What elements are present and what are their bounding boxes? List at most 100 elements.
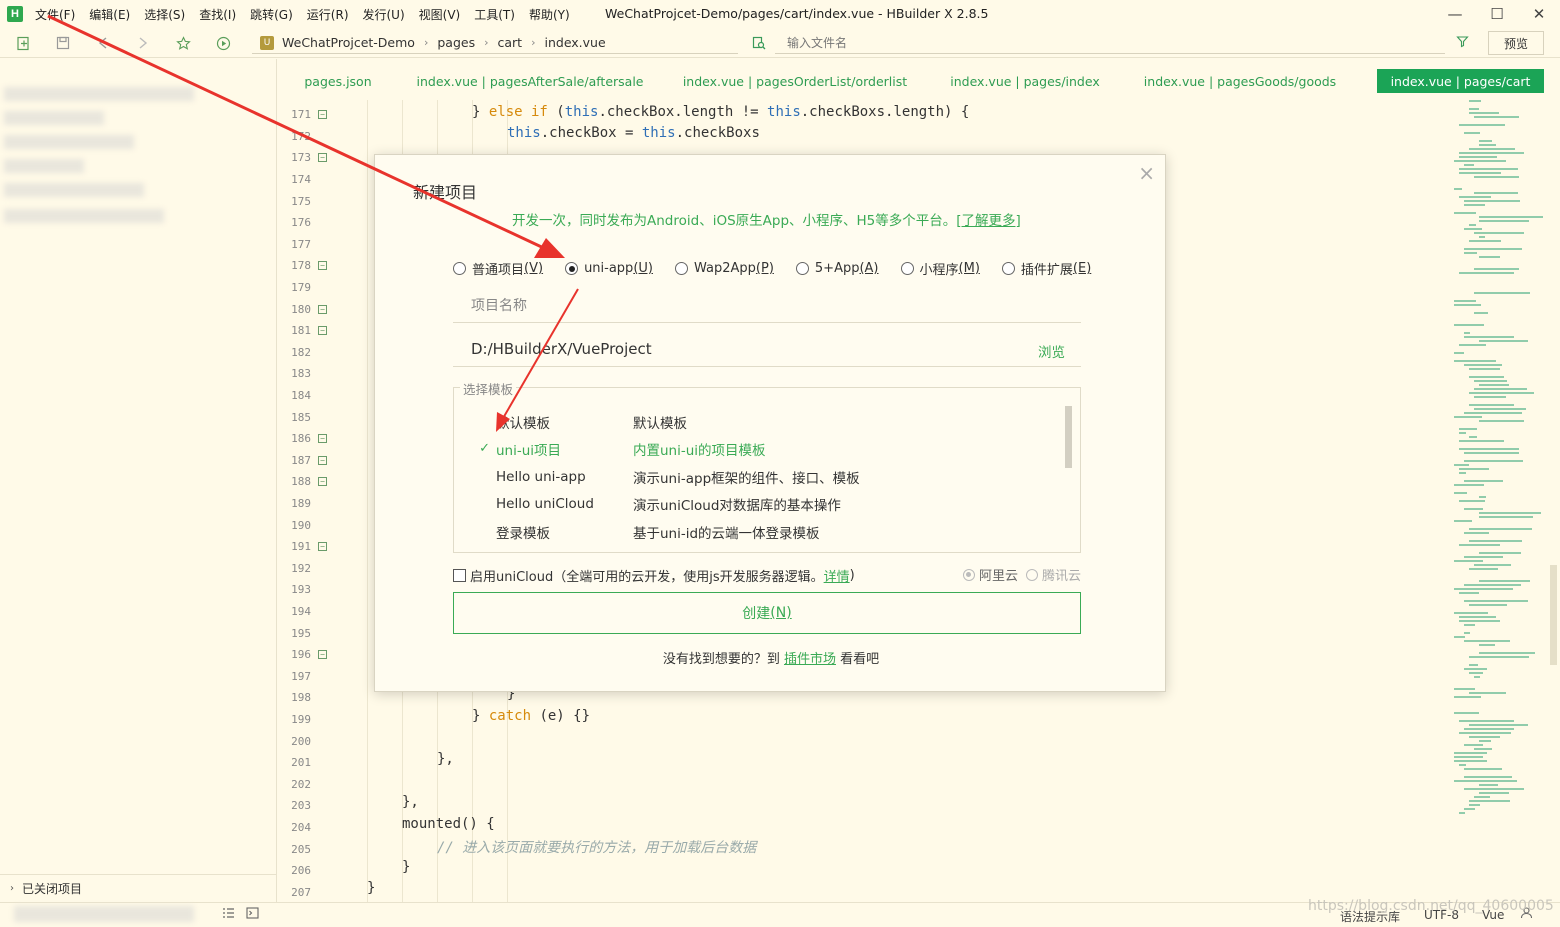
code-line-203: }, bbox=[402, 794, 419, 810]
line-number-row: 200 bbox=[278, 730, 338, 752]
blurred-project-item[interactable] bbox=[4, 135, 134, 149]
radio-aliyun[interactable] bbox=[962, 568, 975, 581]
back-icon[interactable] bbox=[94, 34, 112, 52]
radio-selected-icon[interactable] bbox=[565, 262, 579, 275]
tab-aftersale[interactable]: index.vue | pagesAfterSale/aftersale bbox=[416, 69, 644, 93]
fold-toggle-icon[interactable]: − bbox=[318, 477, 327, 487]
blurred-project-item[interactable] bbox=[4, 111, 104, 125]
radio-mini-program[interactable]: 小程序 (M) bbox=[900, 259, 980, 278]
fold-toggle-icon[interactable]: − bbox=[318, 542, 327, 552]
list-icon[interactable] bbox=[222, 907, 235, 922]
learn-more-link[interactable]: [了解更多] bbox=[956, 213, 1021, 229]
fold-toggle-icon[interactable]: − bbox=[318, 153, 327, 163]
menu-view[interactable]: 视图(V) bbox=[419, 6, 461, 23]
menu-edit[interactable]: 编辑(E) bbox=[89, 6, 130, 23]
tab-cart[interactable]: index.vue | pages/cart bbox=[1377, 69, 1544, 93]
minimap[interactable] bbox=[1450, 100, 1556, 820]
line-number: 171 bbox=[291, 108, 311, 122]
fold-toggle-icon[interactable]: − bbox=[318, 261, 327, 271]
minimize-button[interactable]: — bbox=[1434, 0, 1476, 28]
closed-projects-section[interactable]: › 已关闭项目 bbox=[0, 874, 276, 902]
blurred-project-item[interactable] bbox=[4, 87, 194, 101]
minimap-line bbox=[1479, 580, 1530, 582]
radio-icon[interactable] bbox=[1001, 262, 1015, 275]
blurred-account[interactable] bbox=[14, 906, 194, 922]
minimap-line bbox=[1479, 384, 1509, 386]
radio-tencent[interactable] bbox=[1025, 568, 1038, 581]
fold-toggle-icon[interactable]: − bbox=[318, 326, 327, 336]
radio-icon[interactable] bbox=[795, 262, 809, 275]
run-icon[interactable] bbox=[214, 34, 232, 52]
fold-toggle-icon[interactable]: − bbox=[318, 304, 327, 314]
fold-toggle-icon[interactable]: − bbox=[318, 650, 327, 660]
file-search-input[interactable] bbox=[775, 32, 1445, 54]
create-button[interactable]: 创建 (N) bbox=[453, 592, 1081, 634]
minimap-line bbox=[1459, 168, 1518, 170]
tab-pages-json[interactable]: pages.json bbox=[298, 69, 378, 93]
unicloud-checkbox[interactable] bbox=[453, 568, 466, 582]
blurred-project-item[interactable] bbox=[4, 183, 144, 197]
tab-pages-index[interactable]: index.vue | pages/index bbox=[948, 69, 1102, 93]
menu-help[interactable]: 帮助(Y) bbox=[529, 6, 570, 23]
menu-find[interactable]: 查找(I) bbox=[199, 6, 236, 23]
minimap-line bbox=[1464, 364, 1502, 366]
radio-wap2app[interactable]: Wap2App (P) bbox=[675, 259, 774, 278]
minimap-line bbox=[1454, 560, 1483, 562]
radio-5plus-app[interactable]: 5+App (A) bbox=[795, 259, 879, 278]
radio-uni-app[interactable]: uni-app (U) bbox=[565, 259, 653, 278]
breadcrumb-item[interactable]: pages bbox=[437, 35, 475, 50]
radio-icon[interactable] bbox=[900, 262, 914, 275]
new-file-icon[interactable] bbox=[14, 34, 32, 52]
plugin-market-link[interactable]: 插件市场 bbox=[784, 652, 836, 667]
fold-toggle-icon[interactable]: − bbox=[318, 455, 327, 465]
project-type-icon: U bbox=[260, 35, 274, 50]
blurred-project-item[interactable] bbox=[4, 209, 164, 223]
template-item-login[interactable]: 登录模板 基于uni-id的云端一体登录模板 bbox=[454, 518, 1062, 545]
template-scrollbar[interactable] bbox=[1065, 406, 1072, 468]
star-icon[interactable] bbox=[174, 34, 192, 52]
minimap-line bbox=[1459, 152, 1524, 154]
unicloud-detail-link[interactable]: 详情 bbox=[824, 566, 850, 585]
menu-run[interactable]: 运行(R) bbox=[307, 6, 349, 23]
breadcrumb-item[interactable]: index.vue bbox=[544, 35, 605, 50]
line-number-row: 193 bbox=[278, 579, 338, 601]
project-path-field[interactable]: D:/HBuilderX/VueProject 浏览 bbox=[453, 331, 1081, 367]
template-item-uni-ui[interactable]: ✓ uni-ui项目 内置uni-ui的项目模板 bbox=[454, 435, 1062, 462]
menu-tools[interactable]: 工具(T) bbox=[474, 6, 515, 23]
radio-icon[interactable] bbox=[453, 262, 466, 275]
tab-orderlist[interactable]: index.vue | pagesOrderList/orderlist bbox=[682, 69, 908, 93]
forward-icon[interactable] bbox=[134, 34, 152, 52]
filter-icon[interactable] bbox=[1456, 35, 1469, 52]
radio-normal-project[interactable]: 普通项目 (V) bbox=[453, 259, 543, 278]
minimap-line bbox=[1454, 696, 1481, 698]
minimap-line bbox=[1479, 420, 1524, 422]
browse-button[interactable]: 浏览 bbox=[1038, 341, 1065, 361]
template-item-hello-uni-app[interactable]: Hello uni-app 演示uni-app框架的组件、接口、模板 bbox=[454, 463, 1062, 490]
minimap-line bbox=[1454, 636, 1465, 638]
menu-file[interactable]: 文件(F) bbox=[35, 6, 75, 23]
template-item-hello-unicloud[interactable]: Hello uniCloud 演示uniCloud对数据库的基本操作 bbox=[454, 490, 1062, 517]
radio-icon[interactable] bbox=[675, 262, 688, 275]
menu-publish[interactable]: 发行(U) bbox=[363, 6, 405, 23]
save-icon[interactable] bbox=[54, 34, 72, 52]
fold-toggle-icon[interactable]: − bbox=[318, 434, 327, 444]
breadcrumb-item[interactable]: cart bbox=[498, 35, 523, 50]
menu-select[interactable]: 选择(S) bbox=[144, 6, 185, 23]
tab-goods[interactable]: index.vue | pagesGoods/goods bbox=[1142, 69, 1338, 93]
blurred-project-item[interactable] bbox=[4, 159, 84, 173]
template-item-default[interactable]: 默认模板 默认模板 bbox=[454, 408, 1062, 435]
editor-scrollbar[interactable] bbox=[1550, 565, 1557, 665]
radio-plugin-extension[interactable]: 插件扩展 (E) bbox=[1001, 259, 1091, 278]
preview-button[interactable]: 预览 bbox=[1488, 31, 1544, 55]
maximize-button[interactable]: ☐ bbox=[1476, 0, 1518, 28]
line-number: 180 bbox=[291, 302, 311, 316]
close-window-button[interactable]: ✕ bbox=[1518, 0, 1560, 28]
close-icon[interactable]: × bbox=[1138, 161, 1155, 185]
project-name-input[interactable] bbox=[453, 289, 1081, 323]
breadcrumb-item[interactable]: WeChatProjcet-Demo bbox=[282, 35, 415, 50]
fold-toggle-icon[interactable]: − bbox=[318, 110, 327, 120]
menu-bar: 文件(F) 编辑(E) 选择(S) 查找(I) 跳转(G) 运行(R) 发行(U… bbox=[35, 6, 584, 23]
terminal-icon[interactable] bbox=[246, 907, 259, 922]
menu-goto[interactable]: 跳转(G) bbox=[250, 6, 293, 23]
minimap-line bbox=[1454, 688, 1475, 690]
